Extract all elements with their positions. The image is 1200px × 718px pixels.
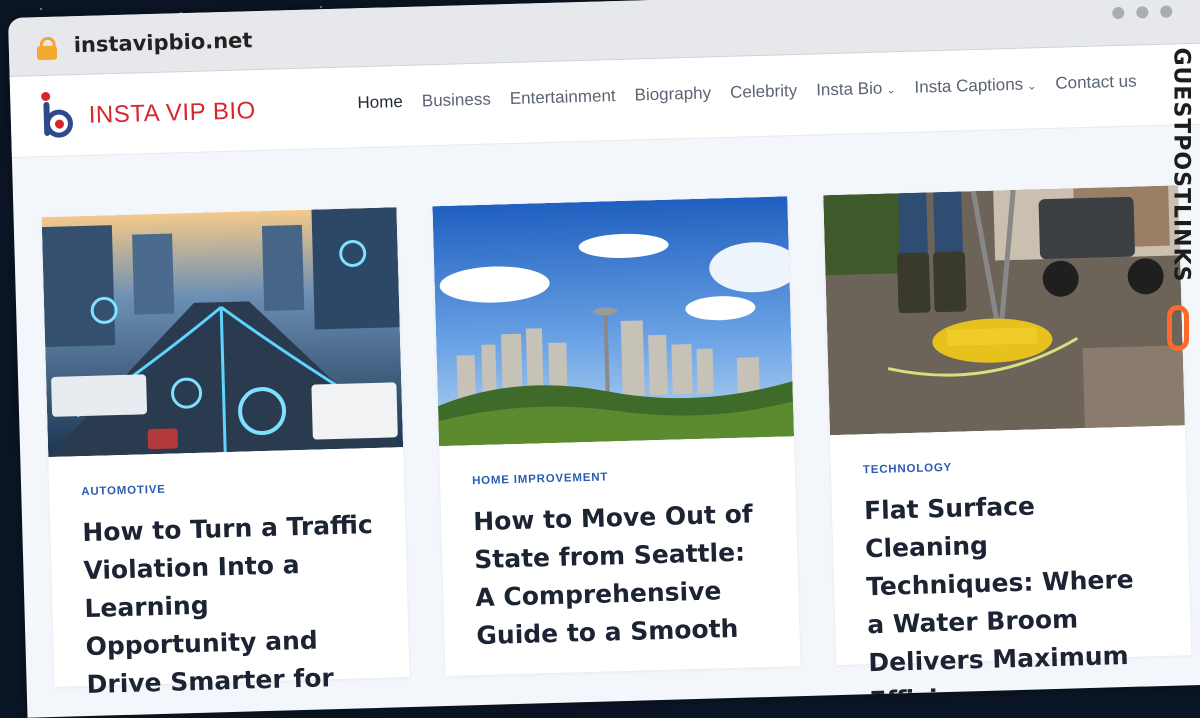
seattle-skyline-image[interactable] — [432, 196, 794, 447]
guestpostlinks-watermark: GUESTPOSTLINKS — [1164, 48, 1194, 360]
nav-item-business[interactable]: Business — [422, 90, 492, 112]
window-dot-icon[interactable] — [1160, 5, 1173, 18]
article-category[interactable]: HOME IMPROVEMENT — [472, 467, 763, 487]
article-card[interactable]: AUTOMOTIVE How to Turn a Traffic Violati… — [41, 207, 410, 699]
logo-text: INSTA VIP BIO — [88, 97, 257, 129]
article-grid: AUTOMOTIVE How to Turn a Traffic Violati… — [41, 185, 1192, 715]
nav-item-insta-captions[interactable]: Insta Captions ⌄ — [914, 74, 1036, 97]
article-card[interactable]: HOME IMPROVEMENT How to Move Out of Stat… — [432, 196, 801, 677]
logo-icon — [40, 91, 83, 142]
article-title[interactable]: How to Move Out of State from Seattle: A… — [473, 495, 768, 655]
nav-item-entertainment[interactable]: Entertainment — [510, 86, 616, 109]
nav-item-biography[interactable]: Biography — [634, 83, 711, 105]
water-broom-image[interactable] — [823, 185, 1185, 436]
article-title[interactable]: How to Turn a Traffic Violation Into a L… — [82, 506, 378, 704]
window-dot-icon[interactable] — [1112, 6, 1125, 20]
nav-item-contact-us[interactable]: Contact us — [1055, 72, 1137, 94]
article-title[interactable]: Flat Surface Cleaning Techniques: Where … — [864, 484, 1161, 718]
smart-traffic-image[interactable] — [41, 207, 404, 458]
nav-item-celebrity[interactable]: Celebrity — [730, 81, 798, 103]
window-controls — [1112, 5, 1173, 20]
nav-item-home[interactable]: Home — [357, 92, 403, 113]
chevron-down-icon: ⌄ — [886, 84, 896, 97]
article-category[interactable]: TECHNOLOGY — [863, 456, 1154, 476]
article-card[interactable]: TECHNOLOGY Flat Surface Cleaning Techniq… — [823, 185, 1192, 715]
site-logo[interactable]: INSTA VIP BIO — [40, 86, 256, 142]
chevron-down-icon: ⌄ — [1027, 80, 1037, 93]
watermark-text: GUESTPOSTLINKS — [1168, 47, 1194, 283]
lock-icon — [36, 36, 58, 61]
main-nav: Home Business Entertainment Biography Ce… — [357, 71, 1156, 113]
browser-window: instavipbio.net INSTA VIP BIO Home Busin… — [8, 0, 1200, 718]
window-dot-icon[interactable] — [1136, 6, 1149, 19]
nav-item-insta-bio[interactable]: Insta Bio ⌄ — [816, 78, 896, 100]
link-icon — [1167, 305, 1189, 351]
article-category[interactable]: AUTOMOTIVE — [81, 478, 372, 498]
address-bar[interactable]: instavipbio.net — [73, 28, 252, 57]
